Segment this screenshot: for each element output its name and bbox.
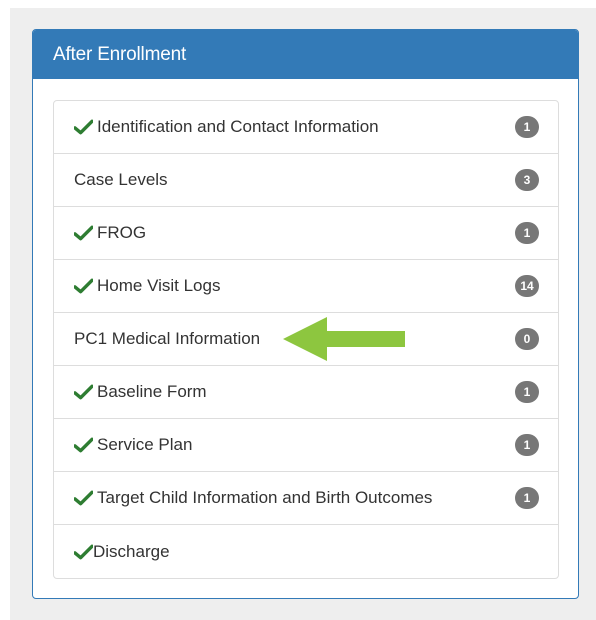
count-badge: 0 bbox=[515, 328, 539, 350]
count-badge: 1 bbox=[515, 434, 539, 456]
list-item-label: Baseline Form bbox=[97, 382, 207, 401]
count-badge: 1 bbox=[515, 381, 539, 403]
list-item-label: Target Child Information and Birth Outco… bbox=[97, 488, 433, 507]
list-item-discharge[interactable]: Discharge bbox=[54, 525, 558, 578]
list-item-label: Service Plan bbox=[97, 435, 193, 454]
count-badge: 14 bbox=[515, 275, 539, 297]
checkmark-icon bbox=[74, 437, 93, 453]
list-item-label: Home Visit Logs bbox=[97, 276, 221, 295]
checkmark-icon bbox=[74, 225, 93, 241]
list-item-identification[interactable]: Identification and Contact Information 1 bbox=[54, 101, 558, 154]
left-arrow-icon bbox=[283, 317, 405, 361]
list-item-target-child-information[interactable]: Target Child Information and Birth Outco… bbox=[54, 472, 558, 525]
panel-title: After Enrollment bbox=[33, 30, 578, 79]
list-item-label: PC1 Medical Information bbox=[74, 329, 261, 348]
checkmark-icon bbox=[74, 278, 93, 294]
list-item-label: FROG bbox=[97, 223, 147, 242]
list-item-home-visit-logs[interactable]: Home Visit Logs 14 bbox=[54, 260, 558, 313]
list-item-label: Identification and Contact Information bbox=[97, 117, 379, 136]
count-badge: 1 bbox=[515, 487, 539, 509]
checkmark-icon bbox=[74, 544, 93, 559]
list-item-case-levels[interactable]: Case Levels 3 bbox=[54, 154, 558, 207]
list-item-label: Case Levels bbox=[74, 170, 168, 189]
count-badge: 1 bbox=[515, 116, 539, 138]
count-badge: 3 bbox=[515, 169, 539, 191]
list-item-frog[interactable]: FROG 1 bbox=[54, 207, 558, 260]
list-item-baseline-form[interactable]: Baseline Form 1 bbox=[54, 366, 558, 419]
checkmark-icon bbox=[74, 384, 93, 400]
checkmark-icon bbox=[74, 119, 93, 135]
after-enrollment-panel: After Enrollment Identification and Cont… bbox=[32, 29, 579, 599]
list-item-label: Discharge bbox=[93, 541, 170, 561]
count-badge: 1 bbox=[515, 222, 539, 244]
checkmark-icon bbox=[74, 490, 93, 506]
list-item-service-plan[interactable]: Service Plan 1 bbox=[54, 419, 558, 472]
